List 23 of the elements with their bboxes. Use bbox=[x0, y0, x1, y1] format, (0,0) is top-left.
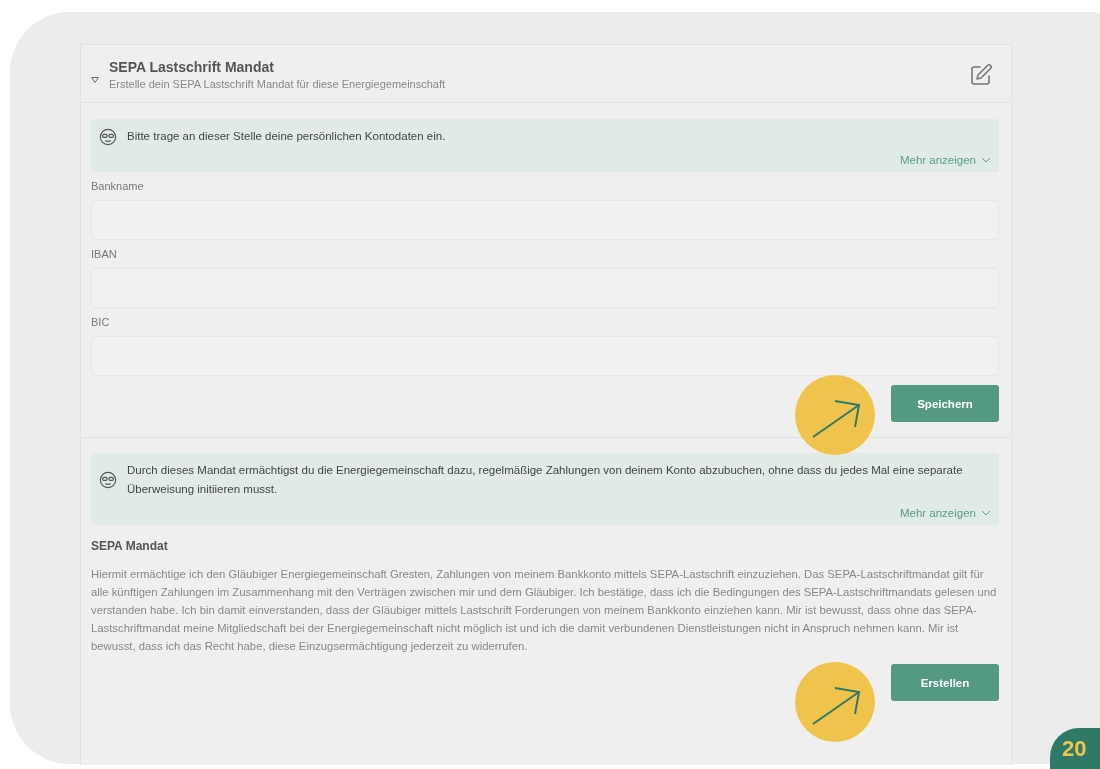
mandate-text: Hiermit ermächtige ich den Gläubiger Energiegemeinschaft Gresten, Zahlungen von meinem Bankkonto mittels SEPA-Lastschrift einzuziehen. Das SEPA-Lastschriftmandat gilt für alle künftigen Zahlungen im Zusammenhang mit den Verträgen zwischen mir und dem Gläubiger. Ich bestätige, dass ich die Bedingungen des SEPA-Lastschriftmandats gelesen und verstanden habe. Ich bin damit einverstanden, dass der Gläubiger mittels Lastschrift Forderungen von meinem Bankkonto einziehen kann. Mir ist bewusst, dass ohne das SEPA-Lastschriftmandat meine Mitgliedschaft bei der Energiegemeinschaft nicht möglich ist und ich die damit verbundenen Dienstleistungen nicht in Anspruch nehmen kann. Mir ist bewusst, dass ich das Recht habe, diese Einzugsermächtigung jederzeit zu widerrufen. bbox=[91, 567, 998, 654]
info-text: Bitte trage an dieser Stelle deine persönlichen Kontodaten ein. bbox=[127, 129, 446, 144]
edit-icon[interactable] bbox=[969, 62, 993, 87]
page-number-badge: 20 bbox=[1050, 728, 1100, 769]
info-text: Durch dieses Mandat ermächtigst du die Energiegemeinschaft dazu, regelmäßige Zahlungen von deinem Konto abzubuchen, ohne dass du jedes Mal eine separate Überweisung initiieren musst. bbox=[127, 463, 964, 497]
show-more-link[interactable]: Mehr anzeigen bbox=[899, 154, 991, 166]
field-label: IBAN bbox=[91, 248, 118, 260]
mandate-heading: SEPA Mandat bbox=[91, 539, 169, 553]
create-button[interactable]: Erstellen bbox=[891, 664, 999, 701]
arrow-highlight-icon bbox=[795, 662, 875, 742]
sunglasses-face-icon bbox=[99, 471, 117, 489]
field-label: Bankname bbox=[91, 180, 145, 192]
field-label: BIC bbox=[91, 316, 111, 328]
collapse-toggle-icon[interactable] bbox=[91, 76, 99, 83]
show-more-link[interactable]: Mehr anzeigen bbox=[899, 507, 991, 519]
sunglasses-face-icon bbox=[99, 127, 117, 146]
section-subtitle: Erstelle dein SEPA Lastschrift Mandat für diese Energiegemeinschaft bbox=[109, 78, 447, 90]
section-title: SEPA Lastschrift Mandat bbox=[109, 59, 275, 75]
input-field[interactable] bbox=[91, 336, 999, 376]
chevron-down-icon bbox=[981, 157, 991, 163]
chevron-down-icon bbox=[981, 510, 991, 516]
arrow-highlight-icon bbox=[795, 375, 875, 455]
save-button[interactable]: Speichern bbox=[891, 385, 999, 422]
